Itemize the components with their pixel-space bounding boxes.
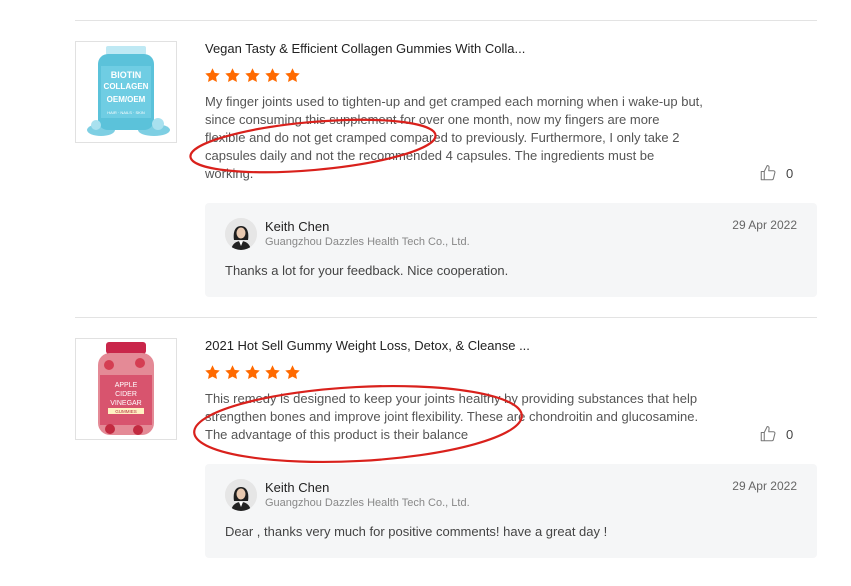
reply-text: Thanks a lot for your feedback. Nice coo… [225, 263, 509, 278]
star-icon [225, 68, 240, 83]
review-divider [75, 317, 817, 318]
like-button[interactable]: 0 [759, 164, 793, 182]
image-text-line: HAIR · NAILS · SKIN [107, 110, 145, 115]
image-text-line: BIOTIN [111, 70, 142, 80]
reply-company: Guangzhou Dazzles Health Tech Co., Ltd. [265, 497, 470, 509]
star-icon [285, 365, 300, 380]
rating-stars [204, 67, 301, 84]
image-text-line: OEM/OEM [107, 95, 146, 104]
like-count: 0 [786, 165, 794, 181]
product-title[interactable]: Vegan Tasty & Efficient Collagen Gummies… [205, 41, 585, 56]
seller-reply: Keith Chen Guangzhou Dazzles Health Tech… [205, 464, 817, 558]
image-text-line: APPLE [115, 382, 138, 389]
star-icon [285, 68, 300, 83]
product-image[interactable]: APPLE CIDER VINEGAR GUMMIES [75, 338, 177, 440]
product-image-acv: APPLE CIDER VINEGAR GUMMIES [76, 339, 176, 439]
thumbs-up-icon [760, 164, 776, 181]
reply-company: Guangzhou Dazzles Health Tech Co., Ltd. [265, 236, 470, 248]
thumbs-up-icon [760, 425, 776, 442]
avatar [225, 218, 257, 250]
reviews-page: BIOTIN COLLAGEN OEM/OEM HAIR · NAILS · S… [0, 0, 851, 586]
image-text-line: VINEGAR [110, 400, 142, 407]
reply-text: Dear , thanks very much for positive com… [225, 524, 608, 539]
star-icon [265, 365, 280, 380]
star-icon [205, 365, 220, 380]
reply-author-name: Keith Chen [265, 219, 330, 234]
review-comment: This remedy is designed to keep your joi… [205, 391, 699, 442]
rating-stars [204, 364, 301, 381]
image-text-line: GUMMIES [115, 409, 137, 414]
reply-date: 29 Apr 2022 [732, 218, 797, 232]
seller-reply: Keith Chen Guangzhou Dazzles Health Tech… [205, 203, 817, 297]
star-icon [265, 68, 280, 83]
product-image-biotin: BIOTIN COLLAGEN OEM/OEM HAIR · NAILS · S… [76, 42, 176, 142]
star-icon [205, 68, 220, 83]
product-image[interactable]: BIOTIN COLLAGEN OEM/OEM HAIR · NAILS · S… [75, 41, 177, 143]
image-text-line: CIDER [115, 391, 137, 398]
review-comment: My finger joints used to tighten-up and … [205, 94, 703, 181]
image-text-line: COLLAGEN [104, 82, 149, 91]
reply-author-name: Keith Chen [265, 480, 330, 495]
product-title[interactable]: 2021 Hot Sell Gummy Weight Loss, Detox, … [205, 338, 585, 353]
like-count: 0 [786, 426, 794, 442]
like-button[interactable]: 0 [759, 425, 793, 443]
top-divider [75, 20, 817, 21]
reply-date: 29 Apr 2022 [732, 479, 797, 493]
star-icon [245, 68, 260, 83]
star-icon [225, 365, 240, 380]
star-icon [245, 365, 260, 380]
avatar [225, 479, 257, 511]
